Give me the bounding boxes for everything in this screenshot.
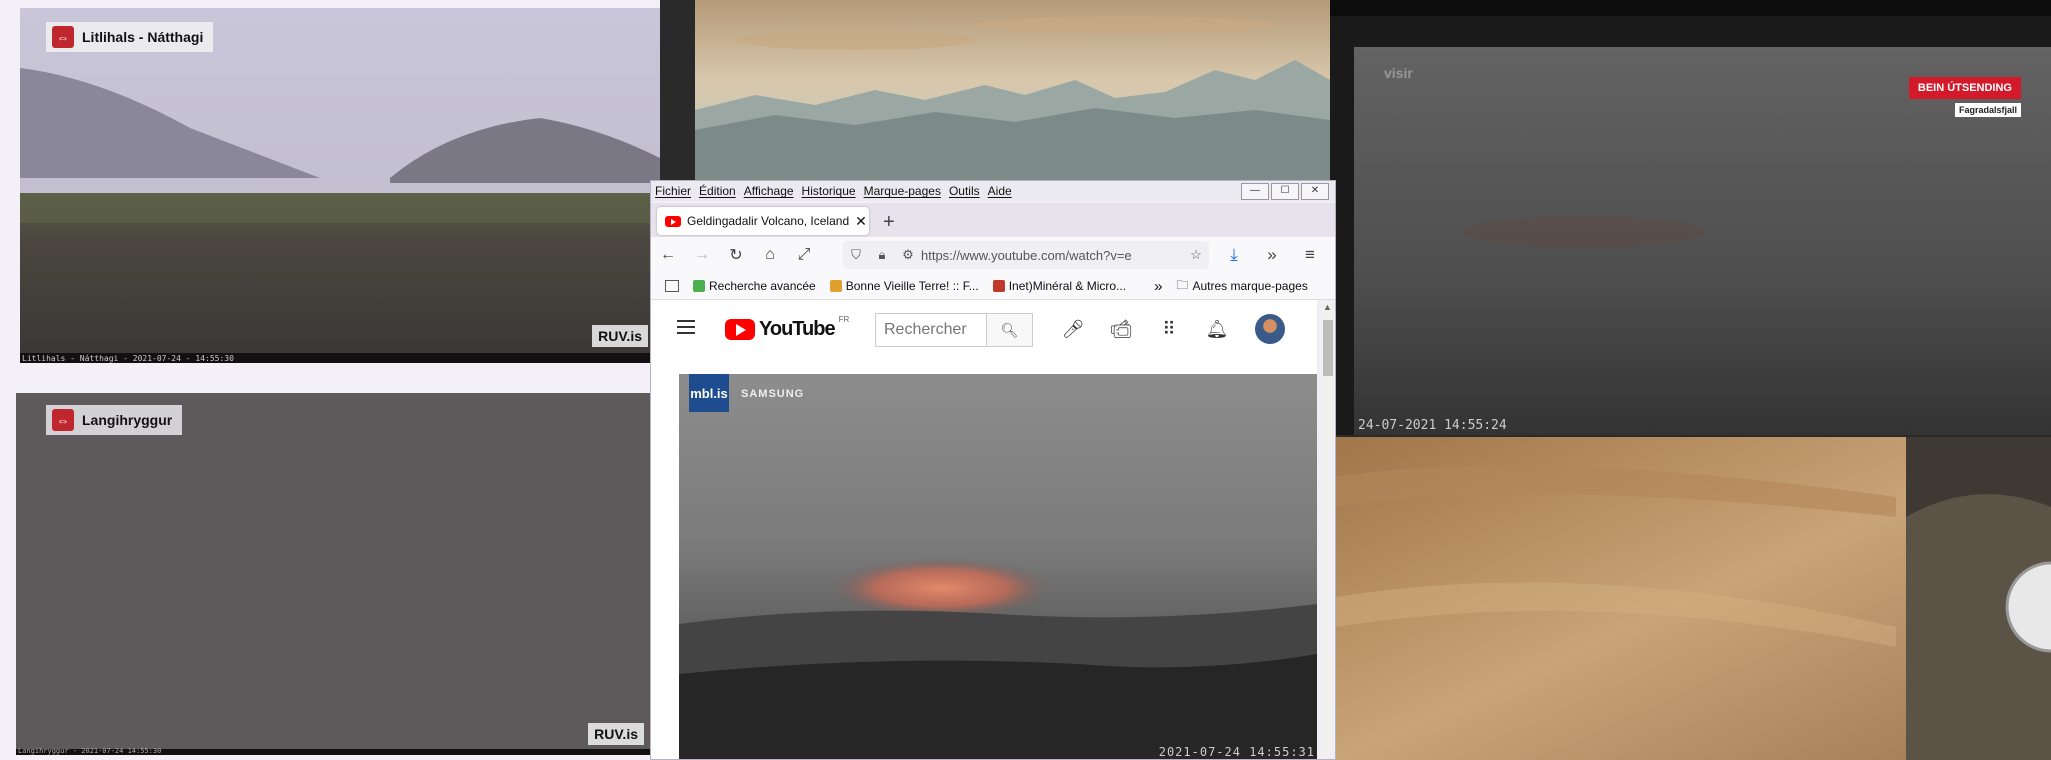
overflow-icon[interactable]: »: [1253, 241, 1291, 269]
menu-marque-pages[interactable]: Marque-pages: [860, 184, 945, 198]
bookmark-label: Bonne Vieille Terre! :: F...: [845, 279, 979, 293]
location-badge: Fagradalsfjall: [1954, 103, 2021, 117]
youtube-play-icon: [725, 319, 755, 340]
video-player[interactable]: mbl.is SAMSUNG 2021-07-24 14:55:31: [679, 374, 1317, 759]
bookmarks-toolbar: Recherche avancée Bonne Vieille Terre! :…: [651, 273, 1335, 300]
video-timestamp: 2021-07-24 14:55:31: [1158, 745, 1315, 759]
menu-bar: Fichier Édition Affichage Historique Mar…: [651, 181, 1335, 201]
camera-label-text: Langihryggur: [82, 412, 173, 428]
tab-title: Geldingadalir Volcano, Iceland |: [687, 214, 853, 228]
youtube-search-box: 🔍︎: [875, 313, 1033, 347]
camera-label: ⇔ Langihryggur: [46, 405, 183, 435]
tab-bar: Geldingadalir Volcano, Iceland | ✕ +: [651, 203, 1335, 237]
youtube-logo[interactable]: YouTube FR: [725, 315, 850, 341]
webcam-litlihals-image: ⇔ Litlihals - Nátthagi RUV.is Litlihals …: [20, 8, 660, 363]
home-icon[interactable]: ⌂: [753, 246, 787, 264]
forum-icon: [829, 280, 842, 292]
sponsor-logo: SAMSUNG: [741, 388, 805, 400]
folder-icon: 🗀︎: [1176, 277, 1189, 292]
close-tab-icon[interactable]: ✕: [853, 213, 869, 230]
permissions-icon[interactable]: ⚙: [895, 247, 921, 263]
bookmarks-overflow-button[interactable]: »: [1154, 278, 1162, 295]
youtube-wordmark: YouTube: [759, 318, 836, 340]
ruv-logo-icon: ⇔: [52, 26, 74, 48]
speech-bubble-icon: [693, 280, 705, 292]
youtube-page-body: mbl.is SAMSUNG 2021-07-24 14:55:31: [651, 358, 1317, 759]
bookmark-label: Recherche avancée: [709, 279, 816, 293]
app-menu-icon[interactable]: ≡: [1291, 241, 1329, 269]
mbl-logo: mbl.is: [689, 374, 729, 412]
forward-icon[interactable]: →: [685, 246, 719, 264]
menu-fichier[interactable]: Fichier: [651, 184, 695, 198]
bookmark-item[interactable]: Inet)Minéral & Micro...: [992, 279, 1127, 293]
toolbar-right: ⤓ » ≡: [1215, 241, 1329, 269]
microphone-icon[interactable]: 🎤︎: [1049, 314, 1097, 344]
back-icon[interactable]: ←: [651, 246, 685, 264]
ruv-watermark: RUV.is: [588, 723, 644, 745]
visir-logo: visir: [1384, 65, 1413, 81]
firefox-window: Fichier Édition Affichage Historique Mar…: [650, 180, 1336, 760]
new-tab-button[interactable]: +: [883, 211, 895, 234]
page-scrollbar[interactable]: ▲: [1321, 300, 1335, 759]
scrollbar-thumb[interactable]: [1323, 320, 1333, 376]
ruv-logo-icon: ⇔: [52, 409, 74, 431]
joomla-icon: [992, 280, 1005, 292]
camera-timestamp: Langihryggur - 2021-07-24 14:55:30: [18, 747, 162, 755]
webcam-langihryggur: ⇔ Langihryggur RUV.is Langihryggur - 202…: [0, 385, 660, 760]
tracking-shield-icon[interactable]: ⛉: [843, 247, 869, 263]
url-bar[interactable]: ⛉ 🔒︎ ⚙ https://www.youtube.com/watch?v=e…: [843, 241, 1209, 269]
tab-youtube-volcano[interactable]: Geldingadalir Volcano, Iceland | ✕: [657, 207, 869, 235]
hamburger-menu-icon[interactable]: [677, 320, 695, 338]
minimize-button[interactable]: —: [1241, 183, 1269, 200]
download-icon[interactable]: ⤓: [1215, 241, 1253, 269]
webcam-ground: [1336, 437, 2051, 760]
avatar[interactable]: [1255, 314, 1285, 344]
menu-affichage[interactable]: Affichage: [740, 184, 798, 198]
folder-label: Autres marque-pages: [1192, 279, 1308, 293]
window-controls: — ☐ ✕: [1241, 183, 1329, 200]
webcam-visir: visir BEIN ÚTSENDING Fagradalsfjall 24-0…: [1330, 0, 2051, 435]
scroll-up-icon[interactable]: ▲: [1323, 302, 1332, 312]
reload-icon[interactable]: ↻: [719, 245, 753, 265]
navigation-toolbar: ← → ↻ ⌂ ⤢ ⛉ 🔒︎ ⚙ https://www.youtube.com…: [651, 237, 1335, 273]
lock-icon[interactable]: 🔒︎: [869, 247, 895, 263]
region-code: FR: [838, 315, 850, 324]
stream-title-bar: [1330, 0, 2051, 16]
stream-timestamp: 24-07-2021 14:55:24: [1358, 418, 1507, 433]
menu-outils[interactable]: Outils: [945, 184, 984, 198]
bookmark-item[interactable]: Bonne Vieille Terre! :: F...: [829, 279, 979, 293]
menu-historique[interactable]: Historique: [798, 184, 860, 198]
menu-aide[interactable]: Aide: [984, 184, 1016, 198]
webcam-langihryggur-image: ⇔ Langihryggur RUV.is Langihryggur - 202…: [16, 393, 650, 755]
youtube-search-input[interactable]: [876, 314, 986, 346]
youtube-header-icons: 🎤︎ 📹︎ ⠿ 🔔︎: [1049, 314, 1241, 344]
other-bookmarks-folder[interactable]: 🗀︎ Autres marque-pages: [1176, 276, 1307, 297]
bookmark-label: Inet)Minéral & Micro...: [1008, 279, 1127, 293]
camera-label-text: Litlihals - Nátthagi: [82, 29, 204, 45]
menu-edition[interactable]: Édition: [695, 184, 740, 198]
webcam-litlihals: ⇔ Litlihals - Nátthagi RUV.is Litlihals …: [0, 0, 660, 385]
bookmark-star-icon[interactable]: ☆: [1183, 247, 1209, 263]
search-icon[interactable]: 🔍︎: [986, 314, 1032, 346]
ruv-watermark: RUV.is: [592, 325, 648, 347]
camera-timestamp: Litlihals - Nátthagi - 2021-07-24 - 14:5…: [22, 354, 234, 363]
close-window-button[interactable]: ✕: [1301, 183, 1329, 200]
webcam-sky: [695, 0, 1330, 180]
create-video-icon[interactable]: 📹︎: [1097, 314, 1145, 344]
camera-label: ⇔ Litlihals - Nátthagi: [46, 22, 214, 52]
youtube-favicon-icon: [665, 215, 681, 227]
notifications-bell-icon[interactable]: 🔔︎: [1193, 314, 1241, 344]
apps-grid-icon[interactable]: ⠿: [1145, 314, 1193, 344]
bookmark-item[interactable]: Recherche avancée: [693, 279, 816, 293]
url-text[interactable]: https://www.youtube.com/watch?v=e: [921, 248, 1183, 263]
fullscreen-icon[interactable]: ⤢: [787, 246, 821, 264]
sidebar-toggle-icon[interactable]: [665, 280, 679, 292]
live-badge: BEIN ÚTSENDING: [1908, 77, 2021, 99]
webcam-visir-image: visir BEIN ÚTSENDING Fagradalsfjall 24-0…: [1354, 47, 2051, 435]
maximize-button[interactable]: ☐: [1271, 183, 1299, 200]
youtube-header: YouTube FR 🔍︎ 🎤︎ 📹︎ ⠿ 🔔︎: [651, 300, 1317, 358]
